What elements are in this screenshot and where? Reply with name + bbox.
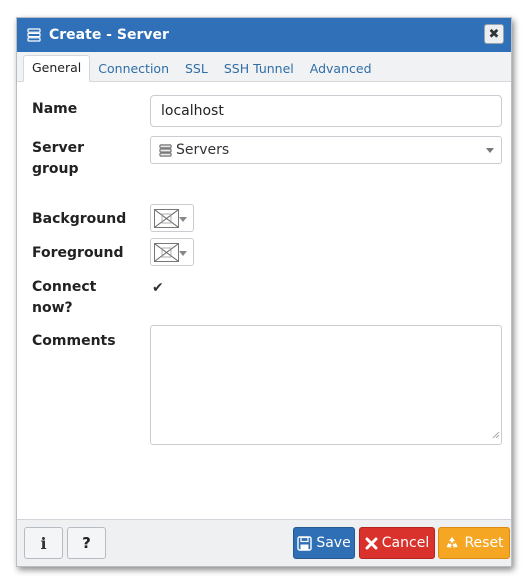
connect-now-checkbox[interactable]: ✔ <box>152 281 166 295</box>
create-server-dialog: Create - Server ✖ General Connection SSL… <box>16 17 512 567</box>
chevron-down-icon <box>179 251 187 256</box>
cancel-button[interactable]: Cancel <box>359 527 435 559</box>
help-icon: ? <box>82 534 91 552</box>
chevron-down-icon <box>179 217 187 222</box>
server-group-label-line1: Server <box>32 140 85 156</box>
background-label: Background <box>32 211 127 227</box>
save-label: Save <box>316 535 351 551</box>
tab-connection[interactable]: Connection <box>90 57 177 81</box>
server-icon <box>27 27 43 43</box>
server-group-value: Servers <box>176 142 230 158</box>
floppy-disk-icon <box>297 535 313 551</box>
info-icon: i <box>40 533 47 553</box>
tab-advanced[interactable]: Advanced <box>302 57 380 81</box>
foreground-label: Foreground <box>32 245 124 261</box>
comments-textarea[interactable] <box>150 325 502 445</box>
close-button[interactable]: ✖ <box>484 24 504 44</box>
server-group-icon <box>159 143 172 157</box>
server-group-label-line2: group <box>32 161 79 177</box>
name-input[interactable]: localhost <box>150 95 502 127</box>
dialog-titlebar[interactable]: Create - Server ✖ <box>17 18 511 52</box>
background-color-picker[interactable] <box>150 204 194 232</box>
dialog-title: Create - Server <box>49 27 169 43</box>
no-color-swatch-icon <box>154 209 179 228</box>
reset-label: Reset <box>464 535 504 551</box>
chevron-down-icon <box>486 148 494 153</box>
name-label: Name <box>32 101 78 117</box>
tab-ssl[interactable]: SSL <box>177 57 216 81</box>
tab-general[interactable]: General <box>23 55 91 82</box>
tab-bar: General Connection SSL SSH Tunnel Advanc… <box>17 52 511 82</box>
connect-now-label-line2: now? <box>32 300 73 316</box>
foreground-color-picker[interactable] <box>150 238 194 266</box>
tab-ssh-tunnel[interactable]: SSH Tunnel <box>216 57 302 81</box>
server-group-select[interactable]: Servers <box>150 136 502 164</box>
close-icon: ✖ <box>488 27 500 42</box>
comments-label: Comments <box>32 333 116 349</box>
help-button[interactable]: ? <box>67 527 106 559</box>
close-icon <box>365 537 378 550</box>
reset-button[interactable]: Reset <box>438 527 510 559</box>
no-color-swatch-icon <box>154 243 179 262</box>
cancel-label: Cancel <box>381 535 430 551</box>
connect-now-label-line1: Connect <box>32 279 97 295</box>
dialog-footer: i ? Save Cancel Reset <box>17 519 511 566</box>
save-button[interactable]: Save <box>293 527 355 559</box>
recycle-icon <box>444 535 460 551</box>
info-button[interactable]: i <box>24 527 63 559</box>
resize-grip-icon[interactable] <box>491 424 500 443</box>
